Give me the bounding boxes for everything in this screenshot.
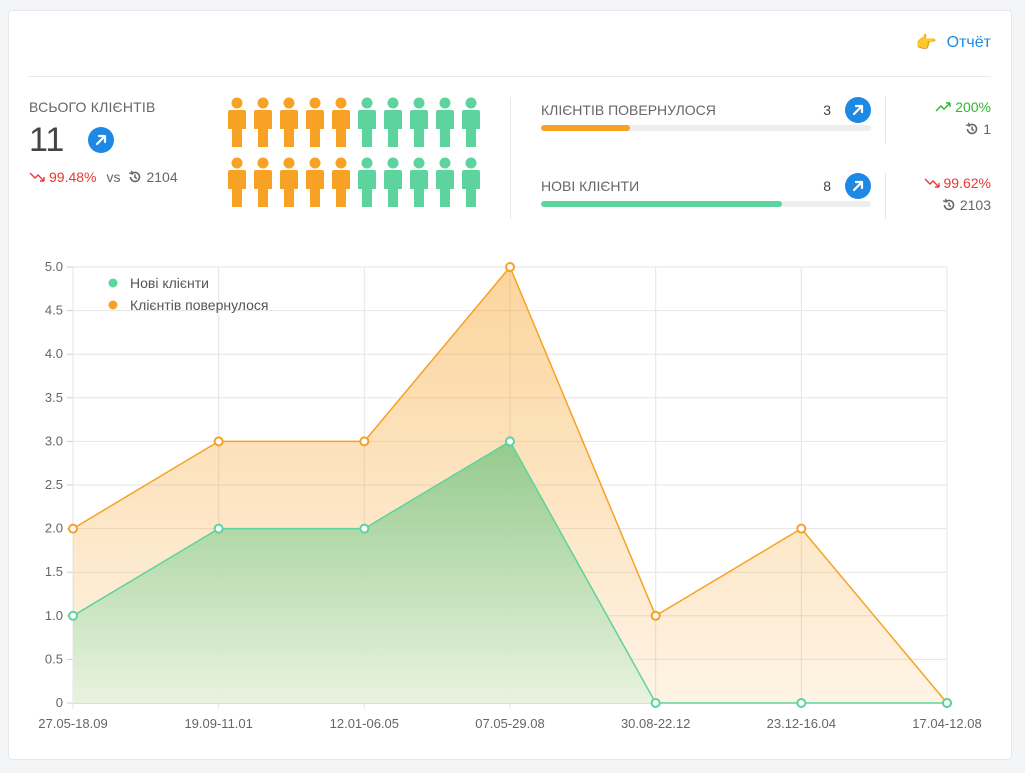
data-point[interactable] [359, 523, 370, 534]
data-point[interactable] [359, 436, 370, 447]
data-point[interactable] [796, 698, 807, 708]
data-point[interactable] [68, 610, 78, 621]
x-tick-label: 12.01-06.05 [330, 716, 399, 731]
legend-label[interactable]: Нові клієнти [130, 275, 209, 291]
y-tick-label: 4.0 [45, 346, 63, 361]
y-tick-label: 1.5 [45, 564, 63, 579]
area-chart: 0 0.5 1.0 1.5 2.0 2.5 3.0 3.5 4.0 4.5 5.0 27.05-18… [38, 259, 981, 731]
y-tick-label: 3.0 [45, 433, 63, 448]
legend-label[interactable]: Клієнтів повернулося [130, 297, 269, 313]
x-tick-label: 19.09-11.01 [184, 716, 252, 731]
chart-legend: Нові клієнти Клієнтів повернулося [108, 275, 269, 313]
data-point[interactable] [68, 523, 78, 534]
data-point[interactable] [213, 436, 224, 447]
data-point[interactable] [650, 698, 661, 708]
y-tick-label: 3.5 [45, 390, 63, 405]
data-point[interactable] [505, 436, 515, 447]
y-axis-ticks: 0 0.5 1.0 1.5 2.0 2.5 3.0 3.5 4.0 4.5 5.0 [45, 259, 63, 710]
legend-marker [108, 300, 118, 310]
y-tick-label: 2.0 [45, 521, 63, 536]
x-tick-label: 07.05-29.08 [475, 716, 544, 731]
y-tick-label: 4.5 [45, 303, 63, 318]
x-tick-label: 27.05-18.09 [38, 716, 107, 731]
data-point[interactable] [505, 262, 515, 272]
x-axis-ticks: 27.05-18.09 19.09-11.01 12.01-06.05 07.05-2… [38, 716, 981, 731]
data-point[interactable] [213, 523, 224, 534]
stats-card: 👉 Отчёт ВСЬОГО КЛІЄНТІВ 11 99.48% vs 210… [8, 10, 1012, 760]
y-tick-label: 0.5 [45, 651, 63, 666]
y-tick-label: 0 [56, 695, 63, 710]
data-point[interactable] [650, 610, 661, 621]
y-tick-label: 5.0 [45, 259, 63, 274]
x-tick-label: 23.12-16.04 [767, 716, 836, 731]
y-tick-label: 2.5 [45, 477, 63, 492]
y-tick-label: 1.0 [45, 608, 63, 623]
x-tick-label: 30.08-22.12 [621, 716, 690, 731]
x-tick-label: 17.04-12.08 [912, 716, 981, 731]
legend-marker [108, 278, 118, 288]
data-point[interactable] [796, 523, 807, 534]
data-point[interactable] [942, 698, 952, 708]
